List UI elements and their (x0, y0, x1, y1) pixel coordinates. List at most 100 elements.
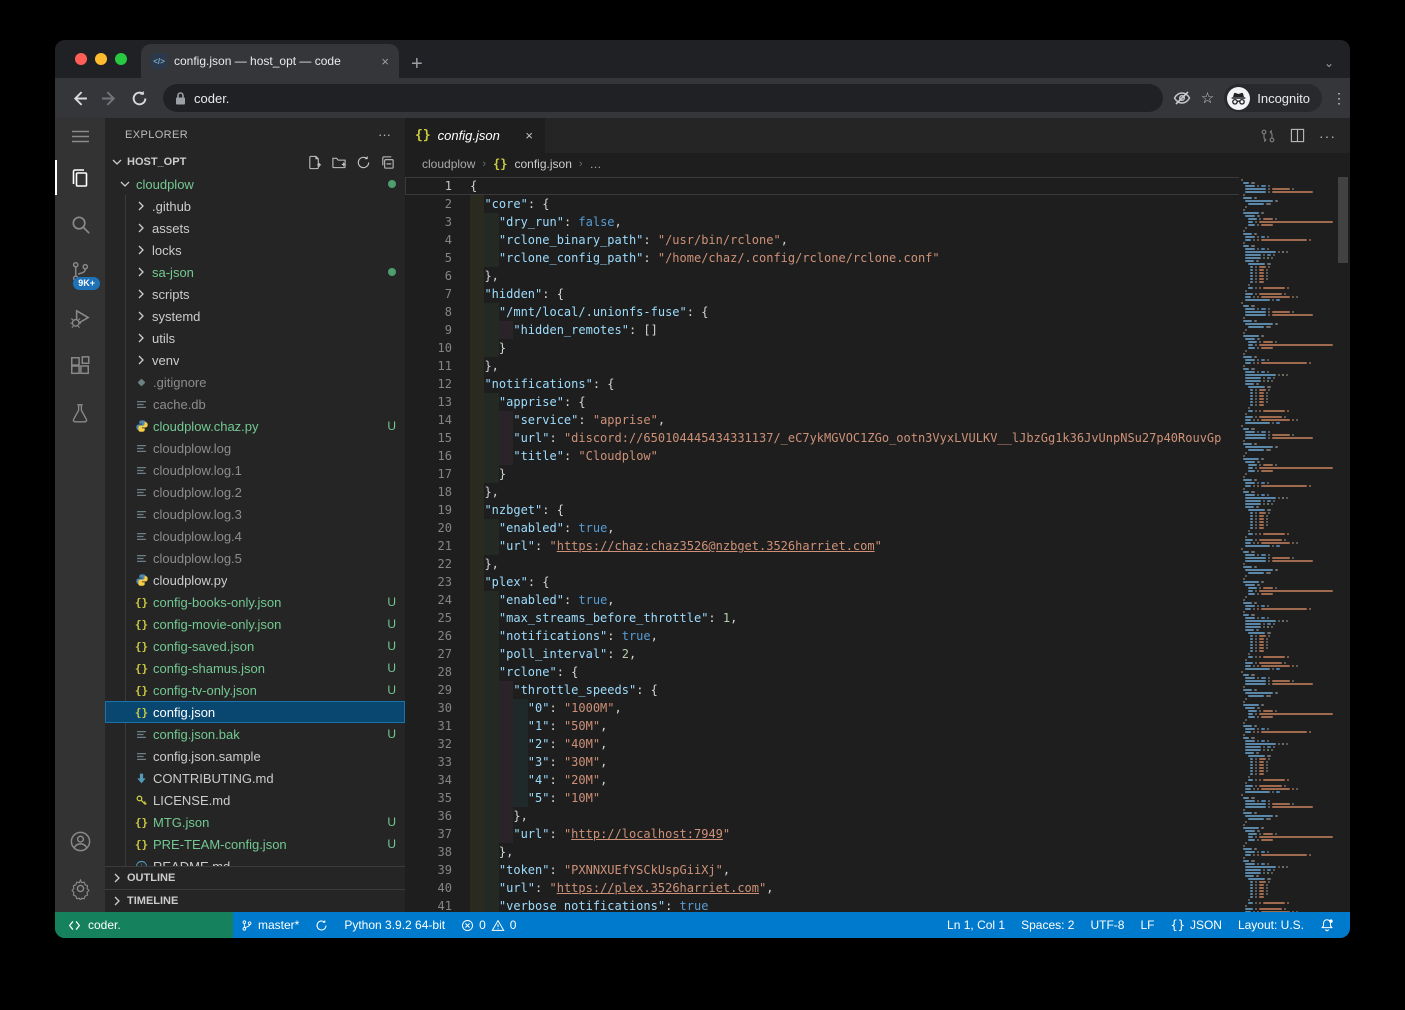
tree-item-venv[interactable]: venv (105, 349, 405, 371)
workspace-section[interactable]: HOST_OPT (105, 151, 405, 173)
tree-item-.gitignore[interactable]: .gitignore (105, 371, 405, 393)
git-branch-item[interactable]: master* (233, 912, 307, 938)
tree-item-systemd[interactable]: systemd (105, 305, 405, 327)
split-editor-icon[interactable] (1290, 128, 1305, 143)
code-line-21[interactable]: 21 "url": "https://chaz:chaz3526@nzbget.… (405, 537, 1350, 555)
outline-section[interactable]: OUTLINE (105, 866, 405, 889)
code-line-20[interactable]: 20 "enabled": true, (405, 519, 1350, 537)
code-line-18[interactable]: 18 }, (405, 483, 1350, 501)
notifications-bell[interactable] (1312, 912, 1342, 938)
minimap[interactable] (1239, 175, 1336, 912)
code-line-29[interactable]: 29 "throttle_speeds": { (405, 681, 1350, 699)
code-line-9[interactable]: 9 "hidden_remotes": [] (405, 321, 1350, 339)
browser-tab[interactable]: </> config.json — host_opt — code × (141, 44, 399, 78)
code-line-25[interactable]: 25 "max_streams_before_throttle": 1, (405, 609, 1350, 627)
chevron-right-icon[interactable] (133, 308, 149, 324)
tree-item-config.json.sample[interactable]: config.json.sample (105, 745, 405, 767)
source-control-icon[interactable]: 9K+ (55, 248, 105, 295)
tree-item-cloudplow.log.2[interactable]: cloudplow.log.2 (105, 481, 405, 503)
chevron-right-icon[interactable] (133, 198, 149, 214)
tree-item-README.md[interactable]: README.md (105, 855, 405, 866)
eol-item[interactable]: LF (1132, 912, 1162, 938)
code-line-16[interactable]: 16 "title": "Cloudplow" (405, 447, 1350, 465)
code-line-11[interactable]: 11 }, (405, 357, 1350, 375)
tree-item-config-books-only.json[interactable]: {}config-books-only.jsonU (105, 591, 405, 613)
tree-item-cloudplow.log[interactable]: cloudplow.log (105, 437, 405, 459)
new-tab-button[interactable]: + (411, 54, 423, 74)
code-line-30[interactable]: 30 "0": "1000M", (405, 699, 1350, 717)
editor-tab-config-json[interactable]: {} config.json × (405, 118, 545, 153)
code-line-35[interactable]: 35 "5": "10M" (405, 789, 1350, 807)
testing-icon[interactable] (55, 389, 105, 436)
extensions-icon[interactable] (55, 342, 105, 389)
code-line-34[interactable]: 34 "4": "20M", (405, 771, 1350, 789)
reload-icon[interactable] (125, 84, 153, 112)
maximize-window-button[interactable] (115, 53, 127, 65)
tree-item-config.json[interactable]: {}config.json (105, 701, 405, 723)
code-line-19[interactable]: 19 "nzbget": { (405, 501, 1350, 519)
run-debug-icon[interactable] (55, 295, 105, 342)
breadcrumb-folder[interactable]: cloudplow (422, 157, 475, 171)
code-line-13[interactable]: 13 "apprise": { (405, 393, 1350, 411)
code-line-1[interactable]: 1{ (405, 177, 1350, 195)
new-file-icon[interactable] (307, 155, 322, 170)
code-line-12[interactable]: 12 "notifications": { (405, 375, 1350, 393)
cursor-position-item[interactable]: Ln 1, Col 1 (939, 912, 1013, 938)
tree-item-LICENSE.md[interactable]: LICENSE.md (105, 789, 405, 811)
code-line-32[interactable]: 32 "2": "40M", (405, 735, 1350, 753)
tree-item-cloudplow.py[interactable]: cloudplow.py (105, 569, 405, 591)
code-line-40[interactable]: 40 "url": "https://plex.3526harriet.com"… (405, 879, 1350, 897)
url-bar[interactable]: coder. (163, 84, 1163, 112)
tree-item-PRE-TEAM-config.json[interactable]: {}PRE-TEAM-config.jsonU (105, 833, 405, 855)
keyboard-layout-item[interactable]: Layout: U.S. (1230, 912, 1312, 938)
code-line-38[interactable]: 38 }, (405, 843, 1350, 861)
code-line-23[interactable]: 23 "plex": { (405, 573, 1350, 591)
code-line-31[interactable]: 31 "1": "50M", (405, 717, 1350, 735)
code-line-5[interactable]: 5 "rclone_config_path": "/home/chaz/.con… (405, 249, 1350, 267)
scrollbar-thumb[interactable] (1338, 177, 1348, 263)
new-folder-icon[interactable] (331, 155, 347, 170)
close-window-button[interactable] (75, 53, 87, 65)
code-line-3[interactable]: 3 "dry_run": false, (405, 213, 1350, 231)
forward-icon[interactable] (95, 84, 123, 112)
code-line-33[interactable]: 33 "3": "30M", (405, 753, 1350, 771)
breadcrumb-file[interactable]: config.json (515, 157, 572, 171)
code-line-10[interactable]: 10 } (405, 339, 1350, 357)
breadcrumb-symbol[interactable]: … (590, 157, 602, 171)
code-line-27[interactable]: 27 "poll_interval": 2, (405, 645, 1350, 663)
code-line-6[interactable]: 6 }, (405, 267, 1350, 285)
tree-item-MTG.json[interactable]: {}MTG.jsonU (105, 811, 405, 833)
tree-item-cloudplow[interactable]: cloudplow (105, 173, 405, 195)
code-line-14[interactable]: 14 "service": "apprise", (405, 411, 1350, 429)
chevron-right-icon[interactable] (133, 286, 149, 302)
chevron-right-icon[interactable] (133, 352, 149, 368)
code-line-15[interactable]: 15 "url": "discord://650104445434331137/… (405, 429, 1350, 447)
chevron-down-icon[interactable] (117, 176, 133, 192)
code-line-41[interactable]: 41 "verbose_notifications": true (405, 897, 1350, 912)
tree-item-config.json.bak[interactable]: config.json.bakU (105, 723, 405, 745)
tree-item-.github[interactable]: .github (105, 195, 405, 217)
chevron-right-icon[interactable] (133, 330, 149, 346)
code-line-2[interactable]: 2 "core": { (405, 195, 1350, 213)
tab-close-icon[interactable]: × (379, 54, 391, 69)
minimize-window-button[interactable] (95, 53, 107, 65)
tree-item-assets[interactable]: assets (105, 217, 405, 239)
account-icon[interactable] (55, 818, 105, 865)
code-area[interactable]: 1{2 "core": {3 "dry_run": false,4 "rclon… (405, 175, 1350, 912)
editor-more-icon[interactable]: ··· (1319, 128, 1336, 144)
collapse-all-icon[interactable] (380, 155, 395, 170)
code-line-26[interactable]: 26 "notifications": true, (405, 627, 1350, 645)
refresh-icon[interactable] (356, 155, 371, 170)
sidebar-more-icon[interactable]: ··· (378, 127, 391, 142)
code-line-7[interactable]: 7 "hidden": { (405, 285, 1350, 303)
timeline-section[interactable]: TIMELINE (105, 889, 405, 912)
encoding-item[interactable]: UTF-8 (1082, 912, 1132, 938)
tree-item-locks[interactable]: locks (105, 239, 405, 261)
code-line-36[interactable]: 36 }, (405, 807, 1350, 825)
tree-item-scripts[interactable]: scripts (105, 283, 405, 305)
back-icon[interactable] (65, 84, 93, 112)
code-line-17[interactable]: 17 } (405, 465, 1350, 483)
tab-search-chevron-icon[interactable]: ⌄ (1324, 56, 1334, 70)
explorer-icon[interactable] (55, 154, 105, 201)
code-line-22[interactable]: 22 }, (405, 555, 1350, 573)
